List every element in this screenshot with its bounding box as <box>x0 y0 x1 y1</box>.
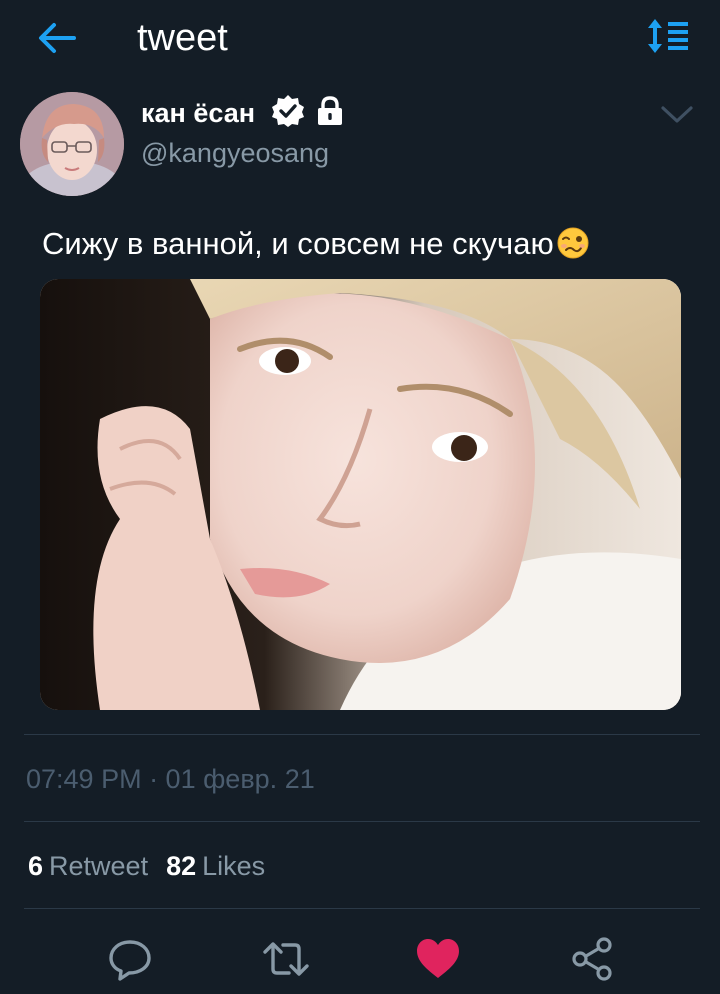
author-handle[interactable]: @kangyeosang <box>141 136 329 170</box>
sort-button[interactable] <box>646 16 690 56</box>
sort-lines-icon <box>648 19 688 53</box>
retweet-arrows-icon <box>263 942 309 976</box>
retweet-button[interactable] <box>262 935 310 983</box>
woozy-face-emoji-icon <box>557 227 589 259</box>
lock-icon <box>318 96 342 125</box>
divider <box>24 821 700 822</box>
retweet-count[interactable]: 6 <box>28 851 43 881</box>
like-count[interactable]: 82 <box>166 851 196 881</box>
back-button[interactable] <box>34 20 78 56</box>
comment-bubble-icon <box>109 940 151 981</box>
author-name[interactable]: кан ёсан <box>141 96 255 130</box>
share-nodes-icon <box>572 937 612 981</box>
share-button[interactable] <box>568 935 616 983</box>
chevron-down-icon <box>661 106 693 123</box>
page-title: tweet <box>137 17 228 59</box>
verified-badge-icon <box>272 95 304 127</box>
tweet-stats: 6 Retweet 82 Likes <box>28 849 283 883</box>
tweet-detail-screen: tweet кан ёсан @kangyeosang Сижу в ванно… <box>0 0 720 994</box>
top-bar: tweet <box>0 0 720 78</box>
divider <box>24 734 700 735</box>
divider <box>24 908 700 909</box>
tweet-menu-button[interactable] <box>660 102 694 126</box>
arrow-left-icon <box>39 23 76 53</box>
retweet-label[interactable]: Retweet <box>49 851 148 881</box>
tweet-photo[interactable] <box>40 279 681 710</box>
reply-button[interactable] <box>106 935 154 983</box>
tweet-text-body: Сижу в ванной, и совсем не скучаю <box>42 226 554 261</box>
tweet-text: Сижу в ванной, и совсем не скучаю <box>42 224 590 264</box>
like-button[interactable] <box>414 935 462 983</box>
heart-icon <box>417 939 459 978</box>
like-label[interactable]: Likes <box>202 851 265 881</box>
avatar[interactable] <box>20 92 124 196</box>
tweet-timestamp: 07:49 PM · 01 февр. 21 <box>26 764 315 794</box>
